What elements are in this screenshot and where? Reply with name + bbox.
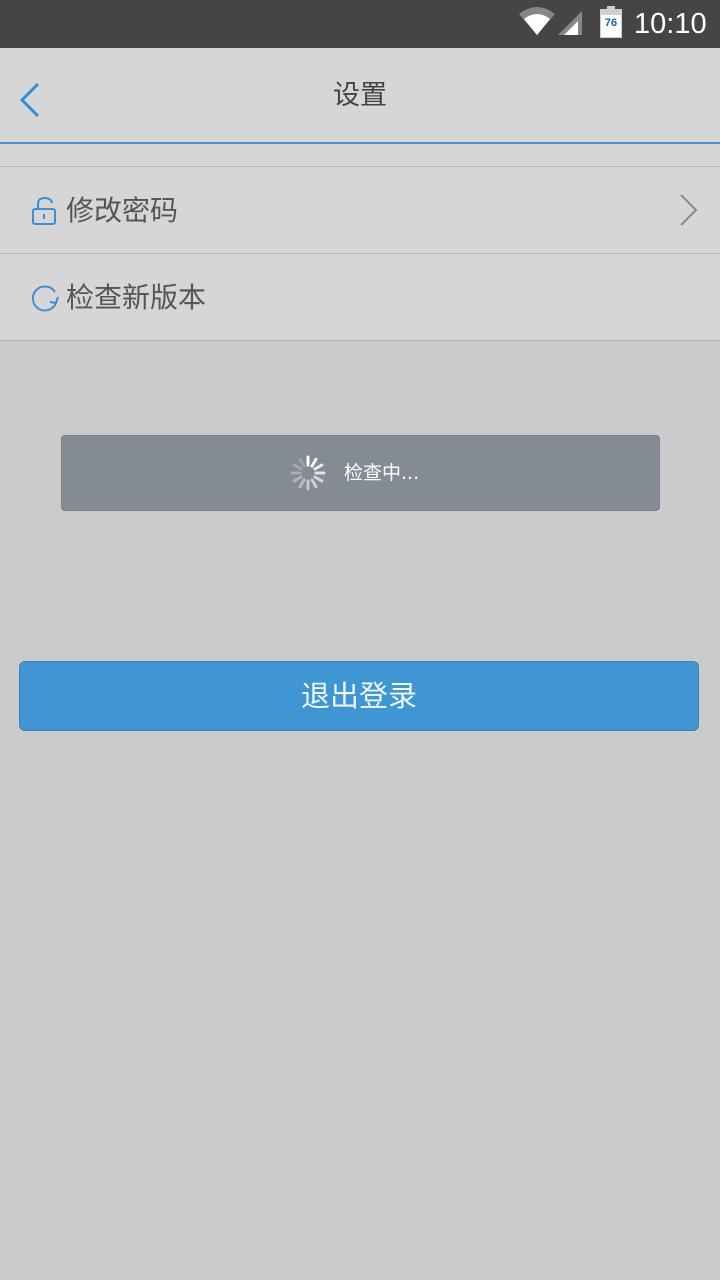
loading-text: 检查中... [344, 462, 420, 484]
refresh-icon [31, 285, 59, 312]
settings-item-label: 检查新版本 [66, 281, 207, 314]
page-title: 设置 [333, 80, 387, 111]
battery-level: 76 [604, 17, 618, 29]
settings-item-check-version[interactable]: 检查新版本 [0, 254, 720, 341]
clock: 10:10 [634, 8, 707, 40]
settings-item-change-password[interactable]: 修改密码 [0, 167, 720, 254]
chevron-right-icon [680, 194, 698, 226]
header: 设置 [0, 48, 720, 144]
status-bar: 76 10:10 [0, 0, 720, 48]
logout-button[interactable]: 退出登录 [19, 661, 699, 731]
spinner-icon [290, 455, 326, 491]
settings-item-label: 修改密码 [66, 194, 179, 227]
header-spacer [0, 144, 720, 166]
wifi-icon [519, 7, 555, 35]
lock-icon [32, 196, 56, 225]
signal-icon [558, 11, 582, 35]
settings-list: 修改密码 检查新版本 [0, 166, 720, 341]
loading-toast: 检查中... [61, 435, 660, 511]
